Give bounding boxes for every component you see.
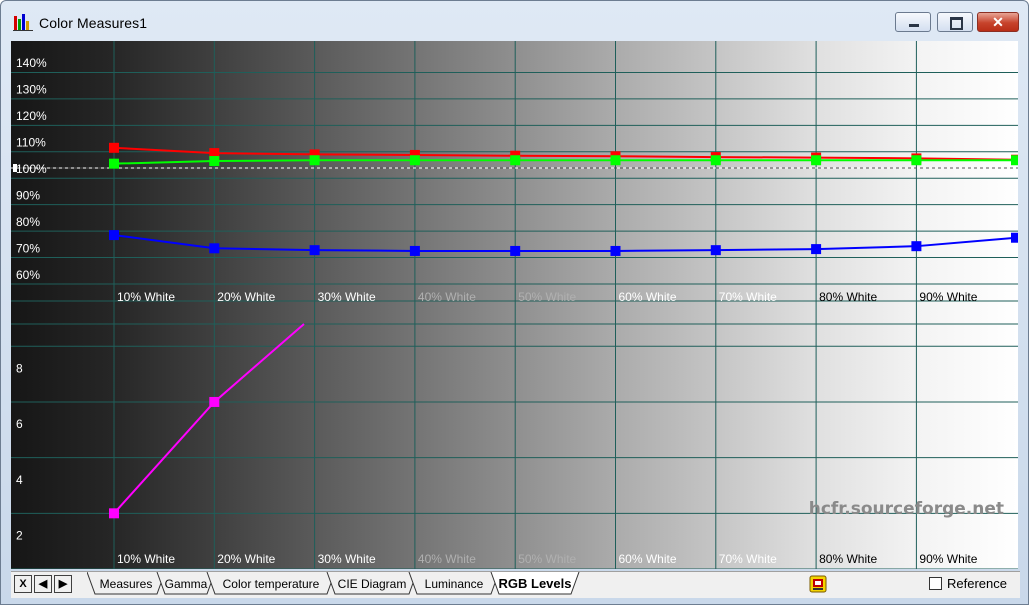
y-tick-label: 140% bbox=[16, 56, 47, 70]
tab-bar: X ◀ ▶ Measures Gamma Color temperature CIE … bbox=[11, 571, 1020, 598]
tab-rgb-levels[interactable]: RGB Levels bbox=[490, 572, 580, 595]
x-category-label: 20% White bbox=[217, 552, 275, 566]
tab-cie-diagram[interactable]: CIE Diagram bbox=[326, 572, 418, 595]
data-point bbox=[610, 155, 621, 166]
data-point bbox=[911, 155, 922, 166]
color-measures-window: Color Measures1 ✕ 140% 130% 120% 110% 100% 90… bbox=[0, 0, 1029, 605]
x-category-label: 40% White bbox=[418, 552, 476, 566]
watermark: hcfr.sourceforge.net bbox=[809, 499, 1004, 519]
data-point bbox=[309, 155, 320, 166]
bar-chart-icon bbox=[13, 14, 33, 31]
data-point bbox=[1011, 232, 1018, 243]
tab-luminance[interactable]: Luminance bbox=[408, 572, 500, 595]
data-point bbox=[109, 230, 119, 241]
x-category-label: 50% White bbox=[518, 552, 576, 566]
y-tick-label: 70% bbox=[16, 241, 40, 255]
y-tick-label: 120% bbox=[16, 109, 47, 123]
x-category-label: 80% White bbox=[819, 552, 877, 566]
scroll-right-button[interactable]: ▶ bbox=[54, 575, 72, 593]
data-point bbox=[1011, 155, 1018, 166]
data-point bbox=[409, 245, 420, 256]
reference-label: Reference bbox=[947, 576, 1007, 591]
sheet-tabs: Measures Gamma Color temperature CIE Diagra… bbox=[87, 572, 580, 595]
x-category-label: 30% White bbox=[318, 552, 376, 566]
svg-text:RGB Levels: RGB Levels bbox=[499, 576, 572, 591]
data-point bbox=[109, 142, 119, 153]
tab-gamma[interactable]: Gamma bbox=[156, 572, 216, 595]
x-category-label: 20% White bbox=[217, 290, 275, 304]
data-point bbox=[209, 243, 220, 254]
data-point bbox=[710, 155, 721, 166]
reference-checkbox[interactable] bbox=[929, 577, 942, 590]
x-category-label: 70% White bbox=[719, 290, 777, 304]
minimize-icon bbox=[909, 24, 919, 27]
data-point bbox=[510, 245, 521, 256]
tab-measures[interactable]: Measures bbox=[87, 572, 166, 595]
svg-text:Luminance: Luminance bbox=[425, 577, 484, 591]
data-point bbox=[409, 155, 420, 166]
x-category-label: 40% White bbox=[418, 290, 476, 304]
data-point bbox=[109, 158, 119, 169]
x-category-label: 80% White bbox=[819, 290, 877, 304]
x-category-label: 10% White bbox=[117, 552, 175, 566]
data-point bbox=[811, 244, 822, 255]
y-tick-label: 6 bbox=[16, 417, 23, 431]
y-tick-label: 110% bbox=[16, 136, 46, 150]
x-category-label: 30% White bbox=[318, 290, 376, 304]
profile-badge-icon[interactable] bbox=[809, 575, 827, 593]
data-point bbox=[710, 245, 721, 256]
y-tick-label: 2 bbox=[16, 529, 23, 543]
data-point bbox=[610, 245, 621, 256]
y-tick-label: 60% bbox=[16, 268, 40, 282]
maximize-icon bbox=[950, 17, 963, 30]
y-tick-label: 100% bbox=[16, 162, 47, 176]
data-point bbox=[911, 241, 922, 252]
x-category-label: 10% White bbox=[117, 290, 175, 304]
x-category-label: 90% White bbox=[919, 552, 977, 566]
scroll-left-button[interactable]: ◀ bbox=[34, 575, 52, 593]
data-point bbox=[510, 155, 521, 166]
x-category-label: 70% White bbox=[719, 552, 777, 566]
title-bar[interactable]: Color Measures1 ✕ bbox=[1, 1, 1028, 39]
x-category-label: 60% White bbox=[619, 290, 677, 304]
maximize-button[interactable] bbox=[937, 12, 973, 32]
data-point bbox=[309, 245, 320, 256]
close-icon: ✕ bbox=[992, 14, 1004, 30]
svg-text:Color temperature: Color temperature bbox=[223, 577, 320, 591]
y-tick-label: 8 bbox=[16, 362, 23, 376]
tab-color-temperature[interactable]: Color temperature bbox=[206, 572, 336, 595]
data-point bbox=[109, 508, 119, 519]
svg-text:CIE Diagram: CIE Diagram bbox=[338, 577, 407, 591]
y-tick-label: 130% bbox=[16, 83, 47, 97]
close-button[interactable]: ✕ bbox=[977, 12, 1019, 32]
plot-background bbox=[11, 41, 1018, 569]
data-point bbox=[209, 396, 220, 407]
x-category-label: 60% White bbox=[619, 552, 677, 566]
data-point bbox=[811, 155, 822, 166]
close-tab-button[interactable]: X bbox=[14, 575, 32, 593]
y-tick-label: 90% bbox=[16, 188, 40, 202]
x-category-label: 50% White bbox=[518, 290, 576, 304]
data-point bbox=[209, 156, 220, 167]
minimize-button[interactable] bbox=[895, 12, 931, 32]
x-category-label: 90% White bbox=[919, 290, 977, 304]
svg-text:Gamma: Gamma bbox=[165, 577, 208, 591]
rgb-levels-plot: 140% 130% 120% 110% 100% 90% 80% 70% 60% 8 6 4 2 10% … bbox=[11, 41, 1018, 569]
svg-text:Measures: Measures bbox=[100, 577, 153, 591]
y-tick-label: 80% bbox=[16, 215, 40, 229]
y-tick-label: 4 bbox=[16, 473, 23, 487]
window-title: Color Measures1 bbox=[39, 15, 148, 31]
